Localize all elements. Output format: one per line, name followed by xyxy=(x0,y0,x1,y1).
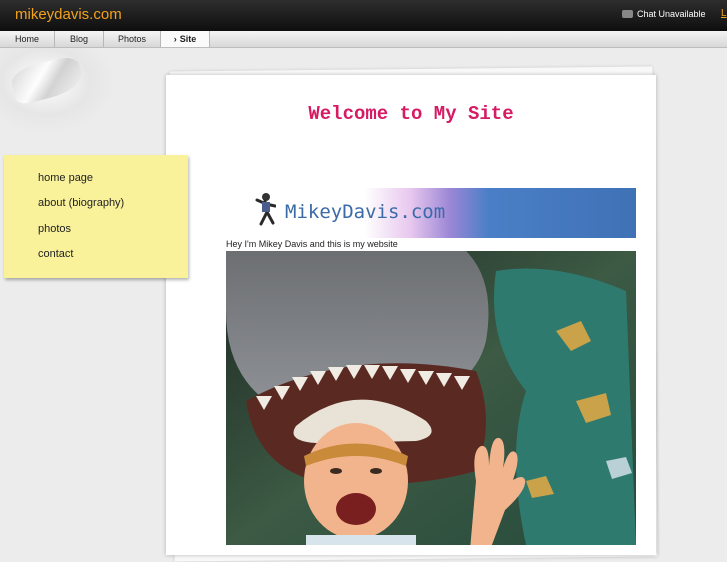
tab-photos[interactable]: Photos xyxy=(104,31,161,47)
tab-home[interactable]: Home xyxy=(0,31,55,47)
tab-blog[interactable]: Blog xyxy=(55,31,104,47)
sidebar-item-photos[interactable]: photos xyxy=(38,223,71,235)
intro-text: Hey I'm Mikey Davis and this is my websi… xyxy=(226,239,398,249)
tab-site[interactable]: Site xyxy=(161,31,210,47)
crumpled-paper-decoration xyxy=(0,48,115,133)
banner-text: MikeyDavis.com xyxy=(285,201,446,223)
page-title: Welcome to My Site xyxy=(308,103,514,125)
chat-icon xyxy=(622,10,633,18)
top-bar: mikeydavis.com Chat Unavailable L xyxy=(0,0,727,31)
chat-status-label: Chat Unavailable xyxy=(637,9,706,19)
site-banner-logo: MikeyDavis.com xyxy=(248,188,636,238)
sidebar-item-home[interactable]: home page xyxy=(38,172,93,184)
sidebar-item-contact[interactable]: contact xyxy=(38,248,73,260)
page-title-wrap: Welcome to My Site xyxy=(166,103,656,125)
shark-photo xyxy=(226,251,636,545)
site-brand[interactable]: mikeydavis.com xyxy=(15,6,122,23)
sidebar-sticky-note: home page about (biography) photos conta… xyxy=(4,155,188,278)
chat-status[interactable]: Chat Unavailable xyxy=(622,9,706,19)
sidebar-item-about[interactable]: about (biography) xyxy=(38,197,124,209)
login-link[interactable]: L xyxy=(721,8,727,19)
dancing-figure-icon xyxy=(255,193,276,226)
nav-bar: Home Blog Photos Site xyxy=(0,31,727,48)
